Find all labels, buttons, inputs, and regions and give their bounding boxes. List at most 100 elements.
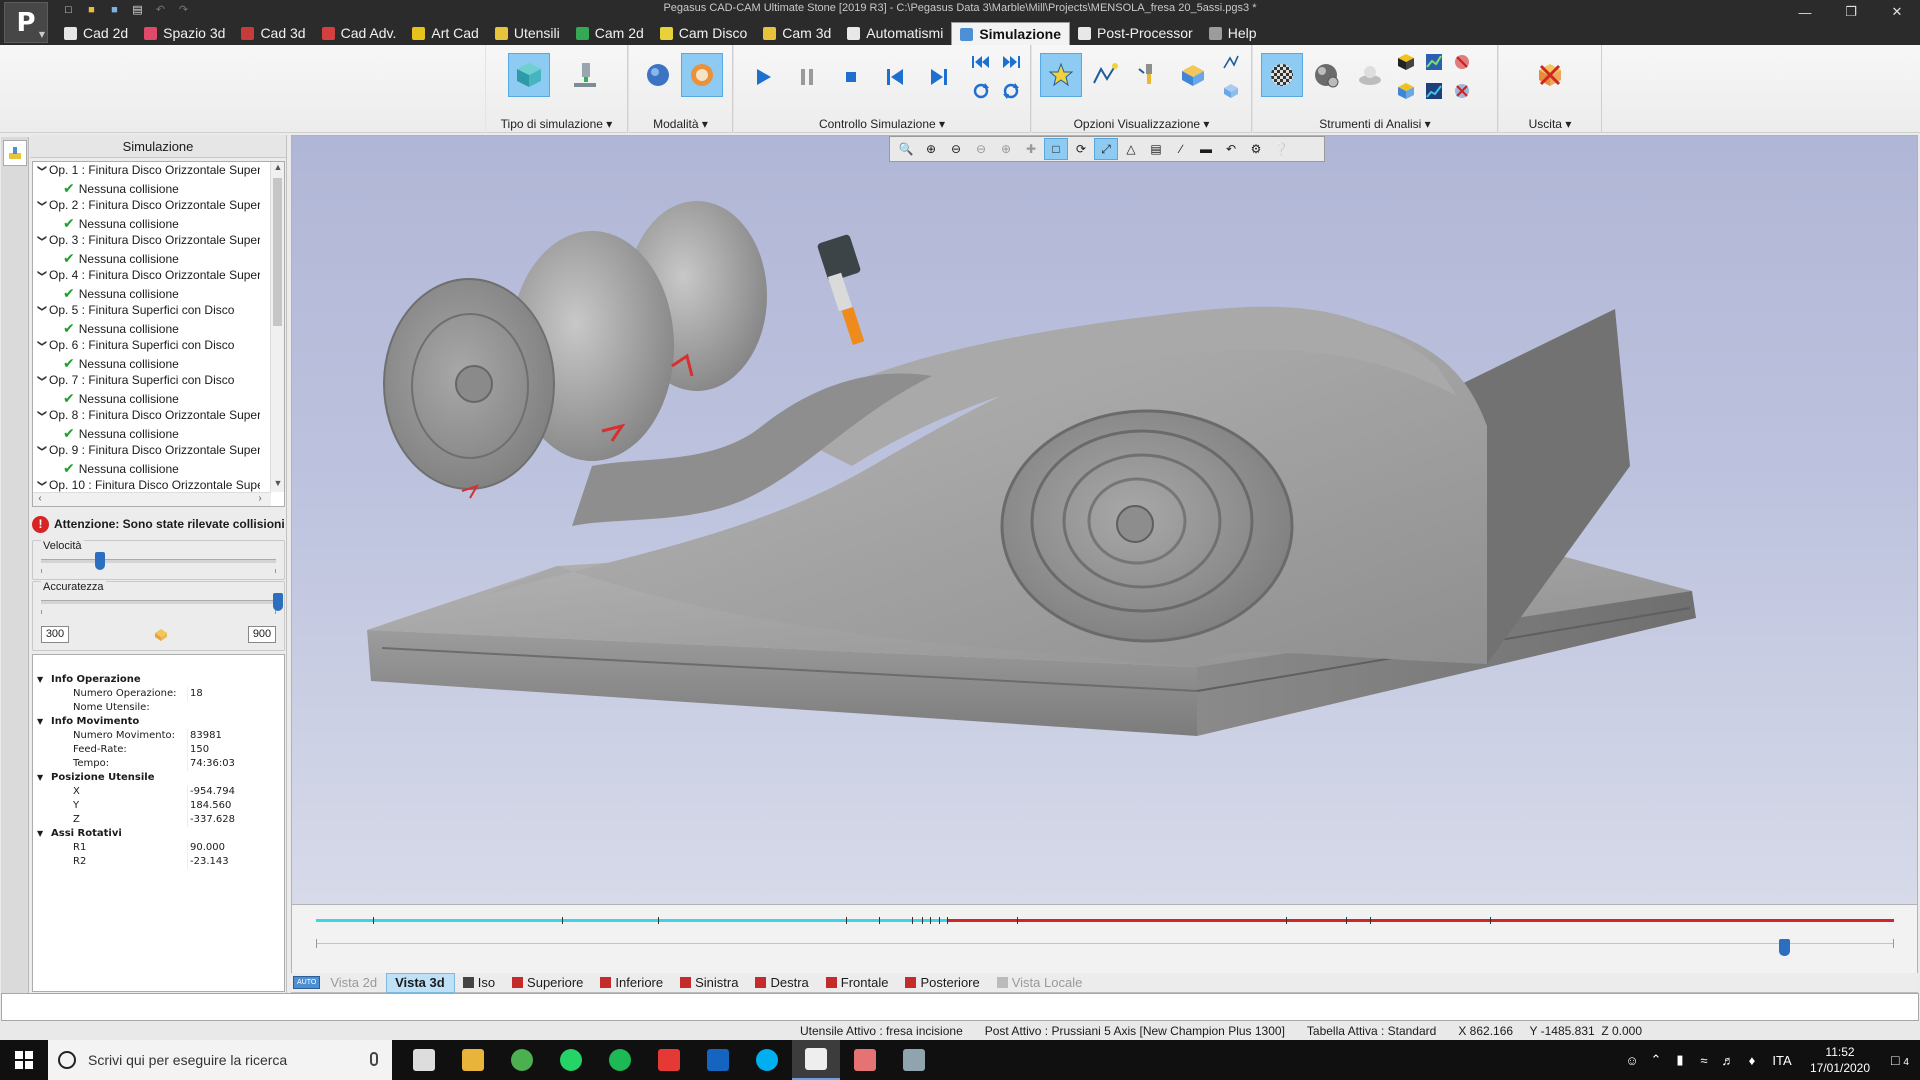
simulation-timeline[interactable] xyxy=(291,905,1918,973)
help-icon[interactable]: ❔ xyxy=(1269,138,1293,160)
show-hidden-icons-icon[interactable]: ⌃ xyxy=(1644,1052,1668,1068)
operation-item[interactable]: ❯ Op. 3 : Finitura Disco Orizzontale Supe… xyxy=(33,232,284,267)
operation-item[interactable]: ❯ Op. 1 : Finitura Disco Orizzontale Supe… xyxy=(33,162,284,197)
info-section-header[interactable]: ▼ Posizione Utensile xyxy=(33,771,284,785)
operation-title[interactable]: ❯ Op. 6 : Finitura Superfici con Disco xyxy=(35,338,260,352)
language-indicator[interactable]: ITA xyxy=(1764,1053,1800,1068)
analysis-tool-6-button[interactable] xyxy=(1449,78,1475,104)
operation-item[interactable]: ❯ Op. 9 : Finitura Disco Orizzontale Supe… xyxy=(33,442,284,477)
show-tool-button[interactable] xyxy=(1040,53,1082,97)
operation-item[interactable]: ❯ Op. 6 : Finitura Superfici con Disco ✔ Ne… xyxy=(33,337,284,372)
pause-button[interactable] xyxy=(786,55,828,99)
next-operation-button[interactable] xyxy=(998,49,1024,75)
speed-slider-handle[interactable] xyxy=(95,552,106,570)
menu-cam-3d[interactable]: Cam 3d xyxy=(755,22,839,44)
scroll-up-icon[interactable]: ▲ xyxy=(271,162,284,176)
menu-cad-adv-[interactable]: Cad Adv. xyxy=(314,22,405,44)
shaded-icon[interactable]: ▤ xyxy=(1144,138,1168,160)
operation-item[interactable]: ❯ Op. 7 : Finitura Superfici con Disco ✔ Ne… xyxy=(33,372,284,407)
menu-help[interactable]: Help xyxy=(1201,22,1265,44)
chevron-down-icon[interactable]: ▼ xyxy=(37,673,51,687)
operation-title[interactable]: ❯ Op. 5 : Finitura Superfici con Disco xyxy=(35,303,260,317)
3d-viewport[interactable]: 🔍 ⊕ ⊖ ⊖ ⊕ ✚ □ ⟳ ⤢ △ ▤ ∕ ▬ ↶ ⚙ ❔ xyxy=(291,135,1918,905)
chevron-down-icon[interactable]: ❯ xyxy=(37,270,48,283)
solid-simulation-button[interactable] xyxy=(508,53,550,97)
info-section-header[interactable]: ▼ Info Movimento xyxy=(33,715,284,729)
command-line[interactable] xyxy=(1,993,1919,1021)
ribbon-group-label[interactable]: Opzioni Visualizzazione xyxy=(1032,117,1251,131)
info-section-header[interactable]: ▼ Info Operazione xyxy=(33,673,284,687)
menu-utensili[interactable]: Utensili xyxy=(487,22,568,44)
menu-automatismi[interactable]: Automatismi xyxy=(839,22,951,44)
analysis-tool-1-button[interactable] xyxy=(1393,49,1419,75)
chevron-down-icon[interactable]: ▼ xyxy=(37,715,51,729)
ribbon-group-label[interactable]: Modalità xyxy=(629,117,732,131)
menu-cam-2d[interactable]: Cam 2d xyxy=(568,22,652,44)
taskbar-app[interactable] xyxy=(449,1040,497,1080)
menu-cam-disco[interactable]: Cam Disco xyxy=(652,22,755,44)
scroll-right-icon[interactable]: › xyxy=(253,493,267,504)
chevron-down-icon[interactable]: ❯ xyxy=(37,235,48,248)
play-button[interactable] xyxy=(742,55,784,99)
zoom-in-icon[interactable]: ⊕ xyxy=(919,138,943,160)
scroll-thumb[interactable] xyxy=(273,178,282,326)
battery-icon[interactable]: ▮ xyxy=(1668,1052,1692,1068)
analysis-tool-3-button[interactable] xyxy=(1449,49,1475,75)
chevron-down-icon[interactable]: ❯ xyxy=(37,340,48,353)
operation-title[interactable]: ❯ Op. 3 : Finitura Disco Orizzontale Supe… xyxy=(35,233,261,248)
minimize-button[interactable]: — xyxy=(1782,0,1828,24)
chevron-down-icon[interactable]: ❯ xyxy=(37,445,48,458)
chevron-down-icon[interactable]: ❯ xyxy=(37,305,48,318)
taskbar-app[interactable] xyxy=(645,1040,693,1080)
clock[interactable]: 11:52 17/01/2020 xyxy=(1800,1044,1880,1076)
timeline-track[interactable] xyxy=(316,917,1894,924)
zoom-window-icon[interactable]: 🔍 xyxy=(894,138,918,160)
operation-title[interactable]: ❯ Op. 7 : Finitura Superfici con Disco xyxy=(35,373,260,387)
show-path-lines-button[interactable] xyxy=(1218,49,1244,75)
taskbar-app[interactable] xyxy=(743,1040,791,1080)
pan-icon[interactable]: ✚ xyxy=(1019,138,1043,160)
chevron-down-icon[interactable]: ❯ xyxy=(37,410,48,423)
compare-model-button[interactable] xyxy=(1261,53,1303,97)
repeat-operation-button[interactable] xyxy=(968,78,994,104)
analysis-tool-5-button[interactable] xyxy=(1421,78,1447,104)
menu-simulazione[interactable]: Simulazione xyxy=(951,22,1070,45)
close-button[interactable]: ✕ xyxy=(1874,0,1920,24)
analysis-tool-2-button[interactable] xyxy=(1421,49,1447,75)
chevron-down-icon[interactable]: ▼ xyxy=(37,827,51,841)
menu-post-processor[interactable]: Post-Processor xyxy=(1070,22,1201,44)
taskbar-app[interactable] xyxy=(498,1040,546,1080)
menu-cad-3d[interactable]: Cad 3d xyxy=(233,22,313,44)
view-tab-superiore[interactable]: Superiore xyxy=(504,973,592,993)
zoom-out-icon[interactable]: ⊖ xyxy=(944,138,968,160)
mode-normal-button[interactable] xyxy=(637,53,679,97)
operation-title[interactable]: ❯ Op. 8 : Finitura Disco Orizzontale Supe… xyxy=(35,408,261,423)
go-to-end-button[interactable] xyxy=(918,55,960,99)
taskbar-search[interactable]: Scrivi qui per eseguire la ricerca xyxy=(48,1040,392,1080)
mode-collision-button[interactable] xyxy=(681,53,723,97)
timeline-slider-handle[interactable] xyxy=(1778,939,1790,956)
taskbar-app[interactable] xyxy=(694,1040,742,1080)
operation-title[interactable]: ❯ Op. 4 : Finitura Disco Orizzontale Supe… xyxy=(35,268,261,283)
zoom-next-icon[interactable]: ⊕ xyxy=(994,138,1018,160)
tree-vertical-scrollbar[interactable]: ▲ ▼ xyxy=(270,162,284,492)
accuracy-track[interactable] xyxy=(41,600,276,604)
chevron-down-icon[interactable]: ❯ xyxy=(37,200,48,213)
gouge-check-button[interactable] xyxy=(1305,53,1347,97)
taskbar-app[interactable] xyxy=(841,1040,889,1080)
taskbar-app[interactable] xyxy=(547,1040,595,1080)
chevron-down-icon[interactable]: ▼ xyxy=(37,771,51,785)
people-icon[interactable]: ☺ xyxy=(1620,1053,1644,1068)
view-tab-vista-locale[interactable]: Vista Locale xyxy=(989,973,1092,993)
speed-track[interactable] xyxy=(41,559,276,563)
show-stock-button[interactable] xyxy=(1172,53,1214,97)
view-tab-destra[interactable]: Destra xyxy=(747,973,817,993)
wireframe-icon[interactable]: △ xyxy=(1119,138,1143,160)
menu-art-cad[interactable]: Art Cad xyxy=(404,22,486,44)
taskbar-app[interactable] xyxy=(890,1040,938,1080)
accuracy-slider-handle[interactable] xyxy=(273,593,283,611)
operation-title[interactable]: ❯ Op. 10 : Finitura Disco Orizzontale Sup… xyxy=(35,478,261,492)
measure-distance-icon[interactable]: ∕ xyxy=(1169,138,1193,160)
stop-button[interactable] xyxy=(830,55,872,99)
measure-button[interactable] xyxy=(1349,53,1391,97)
